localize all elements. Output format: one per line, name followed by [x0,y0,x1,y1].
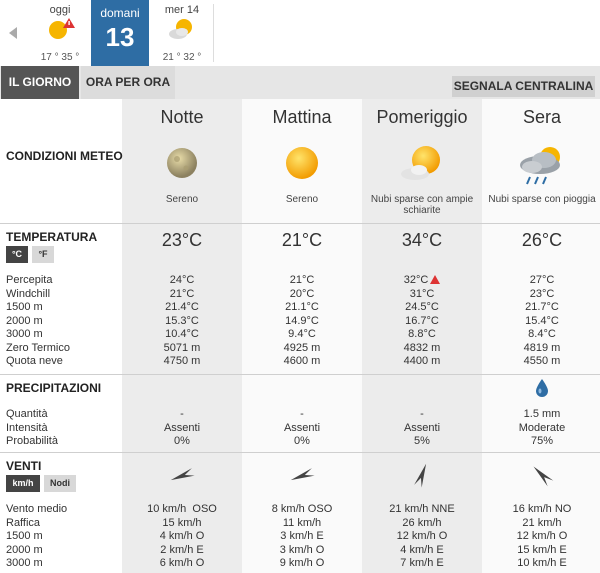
temperature-row-labels: Percepita Windchill 1500 m 2000 m 3000 m… [6,274,70,367]
day-temps: 21 ° 32 ° [162,52,202,63]
condition-text: Sereno [165,194,199,205]
wind-arrow-icon [290,468,315,481]
sun-warning-icon [49,18,75,39]
icon-slot [242,465,362,487]
partly-cloudy-icon [169,19,192,39]
temperature-details: 20°C 21.1°C 14.9°C 9.4°C 4925 m 4600 m [283,287,321,368]
temperature-value: 23°C [161,230,203,250]
wind-arrow-icon [533,466,554,487]
icon-slot [482,461,600,489]
section-title-temperatura: TEMPERATURA [6,230,98,244]
percepita-value: 24°C [169,274,195,286]
tab-ora-per-ora[interactable]: ORA PER ORA [81,66,175,99]
precipitation-details: - Assenti 0% [283,408,321,447]
temperature-details: 21°C 21.4°C 15.3°C 10.4°C 5071 m 4750 m [163,287,201,368]
precipitation-details: - Assenti 0% [163,408,201,447]
temperature-details: 23°C 21.7°C 15.4°C 8.4°C 4819 m 4550 m [523,287,561,368]
wind-details: 8 km/h OSO 11 km/h 3 km/h E 3 km/h O 9 k… [271,503,333,569]
sun-cloud-icon [401,146,440,180]
icon-slot [482,143,600,187]
percepita-value: 32°C [362,274,482,288]
wind-details: 10 km/h OSO 15 km/h 4 km/h O 2 km/h E 6 … [147,503,217,569]
wind-details: 16 km/h NO 21 km/h 12 km/h O 15 km/h E 1… [512,503,572,569]
unit-kmh-button[interactable]: km/h [6,475,40,492]
percepita-text: 32°C [403,274,429,286]
icon-slot [242,143,362,187]
percepita-value: 21°C [289,274,315,286]
period-name: Sera [522,107,562,127]
cloud-rain-icon [520,147,560,185]
period-name: Pomeriggio [376,107,468,127]
temperature-value: 34°C [401,230,443,250]
unit-fahrenheit-button[interactable]: °F [32,246,54,263]
divider [0,223,600,224]
segnala-centralina-button[interactable]: SEGNALA CENTRALINA [452,76,595,97]
wind-arrow-icon [170,468,195,481]
condition-text: Nubi sparse con ampie schiarite [370,194,474,216]
icon-slot [362,143,482,187]
temperature-details: 31°C 24.5°C 16.7°C 8.8°C 4832 m 4400 m [403,287,441,368]
wind-row-labels: Vento medio Raffica 1500 m 2000 m 3000 m [6,503,68,569]
divider [213,4,214,62]
prev-day-arrow-icon[interactable] [9,27,17,39]
unit-nodi-button[interactable]: Nodi [44,475,76,492]
precipitation-details: - Assenti 5% [403,408,441,447]
day-name: oggi [49,4,71,16]
condition-text: Sereno [285,194,319,205]
percepita-value: 27°C [529,274,555,286]
day-name: domani [100,6,140,20]
icon-slot [362,461,482,489]
day-tab-oggi[interactable]: oggi 17 ° 35 ° [30,0,90,66]
day-temps: 17 ° 35 ° [40,52,80,63]
precipitation-details: 1.5 mm Moderate 75% [518,408,566,447]
period-name: Mattina [272,107,332,127]
period-name: Notte [160,107,204,127]
rain-drop-icon [536,379,548,397]
unit-celsius-button[interactable]: °C [6,246,28,263]
sun-icon [286,147,318,179]
icon-slot [122,143,242,187]
moon-clear-icon [167,148,197,178]
tab-il-giorno[interactable]: IL GIORNO [1,66,79,99]
section-title-venti: VENTI [6,459,42,473]
section-title-precipitazioni: PRECIPITAZIONI [6,381,102,395]
section-title-condizioni: CONDIZIONI METEO [6,149,123,163]
divider [0,374,600,375]
warning-icon [430,275,441,284]
wind-details: 21 km/h NNE 26 km/h 12 km/h O 4 km/h E 7… [389,503,455,569]
condition-text: Nubi sparse con pioggia [488,194,596,205]
day-number: 13 [105,22,135,52]
icon-slot [122,465,242,487]
temperature-value: 21°C [281,230,323,250]
precipitation-row-labels: Quantità Intensità Probabilità [6,408,58,447]
icon-slot [482,378,600,400]
wind-arrow-icon [414,463,427,488]
day-name: mer 14 [164,4,200,16]
divider [0,452,600,453]
day-tab-domani[interactable]: domani 13 [91,0,149,66]
day-tab-mer[interactable]: mer 14 21 ° 32 ° [151,0,213,66]
forecast-grid: CONDIZIONI METEO TEMPERATURA °C °F Perce… [0,99,600,573]
temperature-value: 26°C [521,230,563,250]
day-selector: oggi 17 ° 35 ° domani 13 mer 14 21 ° 32 … [0,0,600,66]
